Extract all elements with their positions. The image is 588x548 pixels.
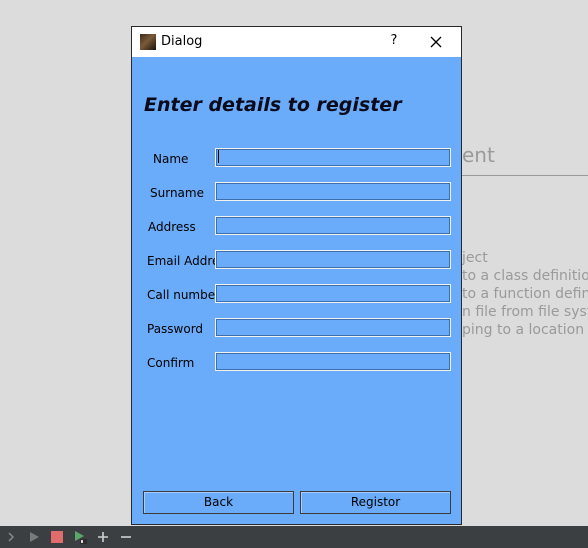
run-toolbar (0, 526, 588, 548)
background-line: to a function definiti (462, 286, 588, 302)
register-button[interactable]: Registor (300, 491, 451, 514)
help-button[interactable]: ? (387, 33, 401, 51)
surname-label: Surname (150, 186, 204, 200)
address-input[interactable] (215, 216, 451, 235)
register-dialog: Dialog ? Enter details to register Name … (131, 26, 462, 525)
close-icon[interactable] (428, 34, 444, 50)
email-input[interactable] (215, 250, 451, 269)
background-divider (462, 175, 588, 176)
name-label: Name (153, 152, 189, 166)
call-number-input[interactable] (215, 284, 451, 303)
address-label: Address (148, 220, 196, 234)
dialog-titlebar[interactable]: Dialog ? (132, 27, 461, 57)
background-line: ject (462, 250, 488, 266)
dialog-title: Dialog (161, 34, 203, 49)
email-label: Email Addres (147, 254, 226, 268)
run-config-icon[interactable] (73, 530, 87, 544)
confirm-label: Confirm (147, 356, 195, 370)
text-caret (218, 150, 219, 163)
name-input[interactable] (215, 148, 451, 167)
confirm-input[interactable] (215, 352, 451, 371)
run-icon[interactable] (27, 530, 41, 544)
password-label: Password (147, 322, 204, 336)
background-heading: ent (462, 143, 495, 167)
stop-icon[interactable] (50, 530, 64, 544)
remove-icon[interactable] (119, 530, 133, 544)
surname-input[interactable] (215, 182, 451, 201)
background-line: to a class definition (462, 268, 588, 284)
add-icon[interactable] (96, 530, 110, 544)
chevron-right-icon[interactable] (4, 530, 18, 544)
back-button[interactable]: Back (143, 491, 294, 514)
app-icon (140, 34, 156, 50)
password-input[interactable] (215, 318, 451, 337)
background-line: n file from file system (462, 304, 588, 320)
form-heading: Enter details to register (144, 94, 402, 116)
background-line: ping to a location (462, 322, 585, 338)
call-number-label: Call number (147, 288, 221, 302)
